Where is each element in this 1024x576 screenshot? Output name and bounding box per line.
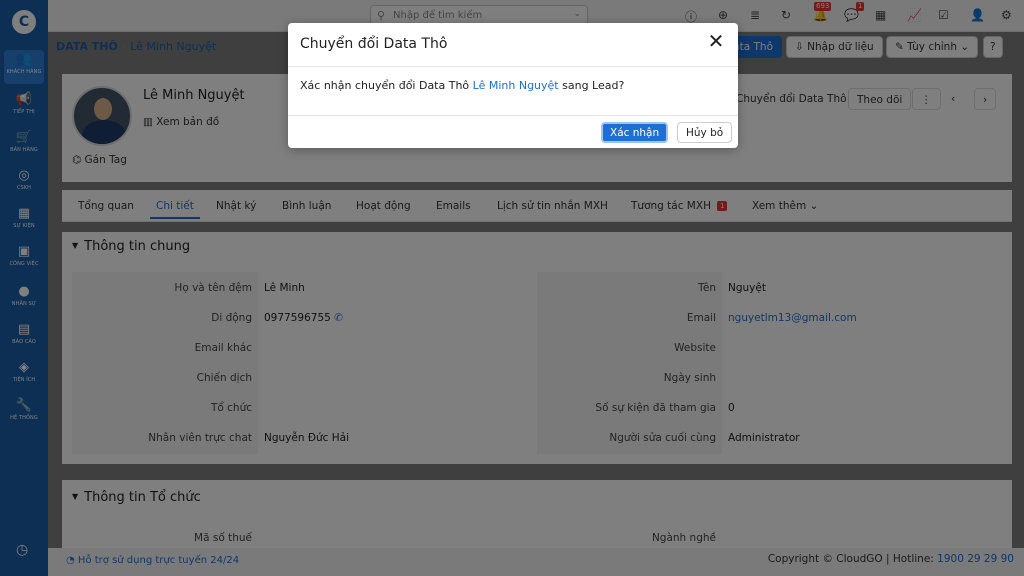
modal-record-name: Lê Minh Nguyệt — [472, 79, 559, 92]
cancel-button[interactable]: Hủy bỏ — [677, 122, 733, 143]
modal-footer: Xác nhận Hủy bỏ — [288, 115, 738, 148]
convert-data-modal: Chuyển đổi Data Thô ✕ Xác nhận chuyển đổ… — [288, 23, 738, 148]
modal-message: Xác nhận chuyển đổi Data Thô Lê Minh Ngu… — [300, 79, 624, 92]
modal-message-suffix: sang Lead? — [558, 79, 625, 92]
modal-header: Chuyển đổi Data Thô ✕ — [288, 23, 738, 67]
confirm-button[interactable]: Xác nhận — [601, 122, 669, 143]
modal-title: Chuyển đổi Data Thô — [300, 36, 448, 52]
modal-message-prefix: Xác nhận chuyển đổi Data Thô — [300, 79, 473, 92]
close-icon[interactable]: ✕ — [704, 29, 728, 53]
